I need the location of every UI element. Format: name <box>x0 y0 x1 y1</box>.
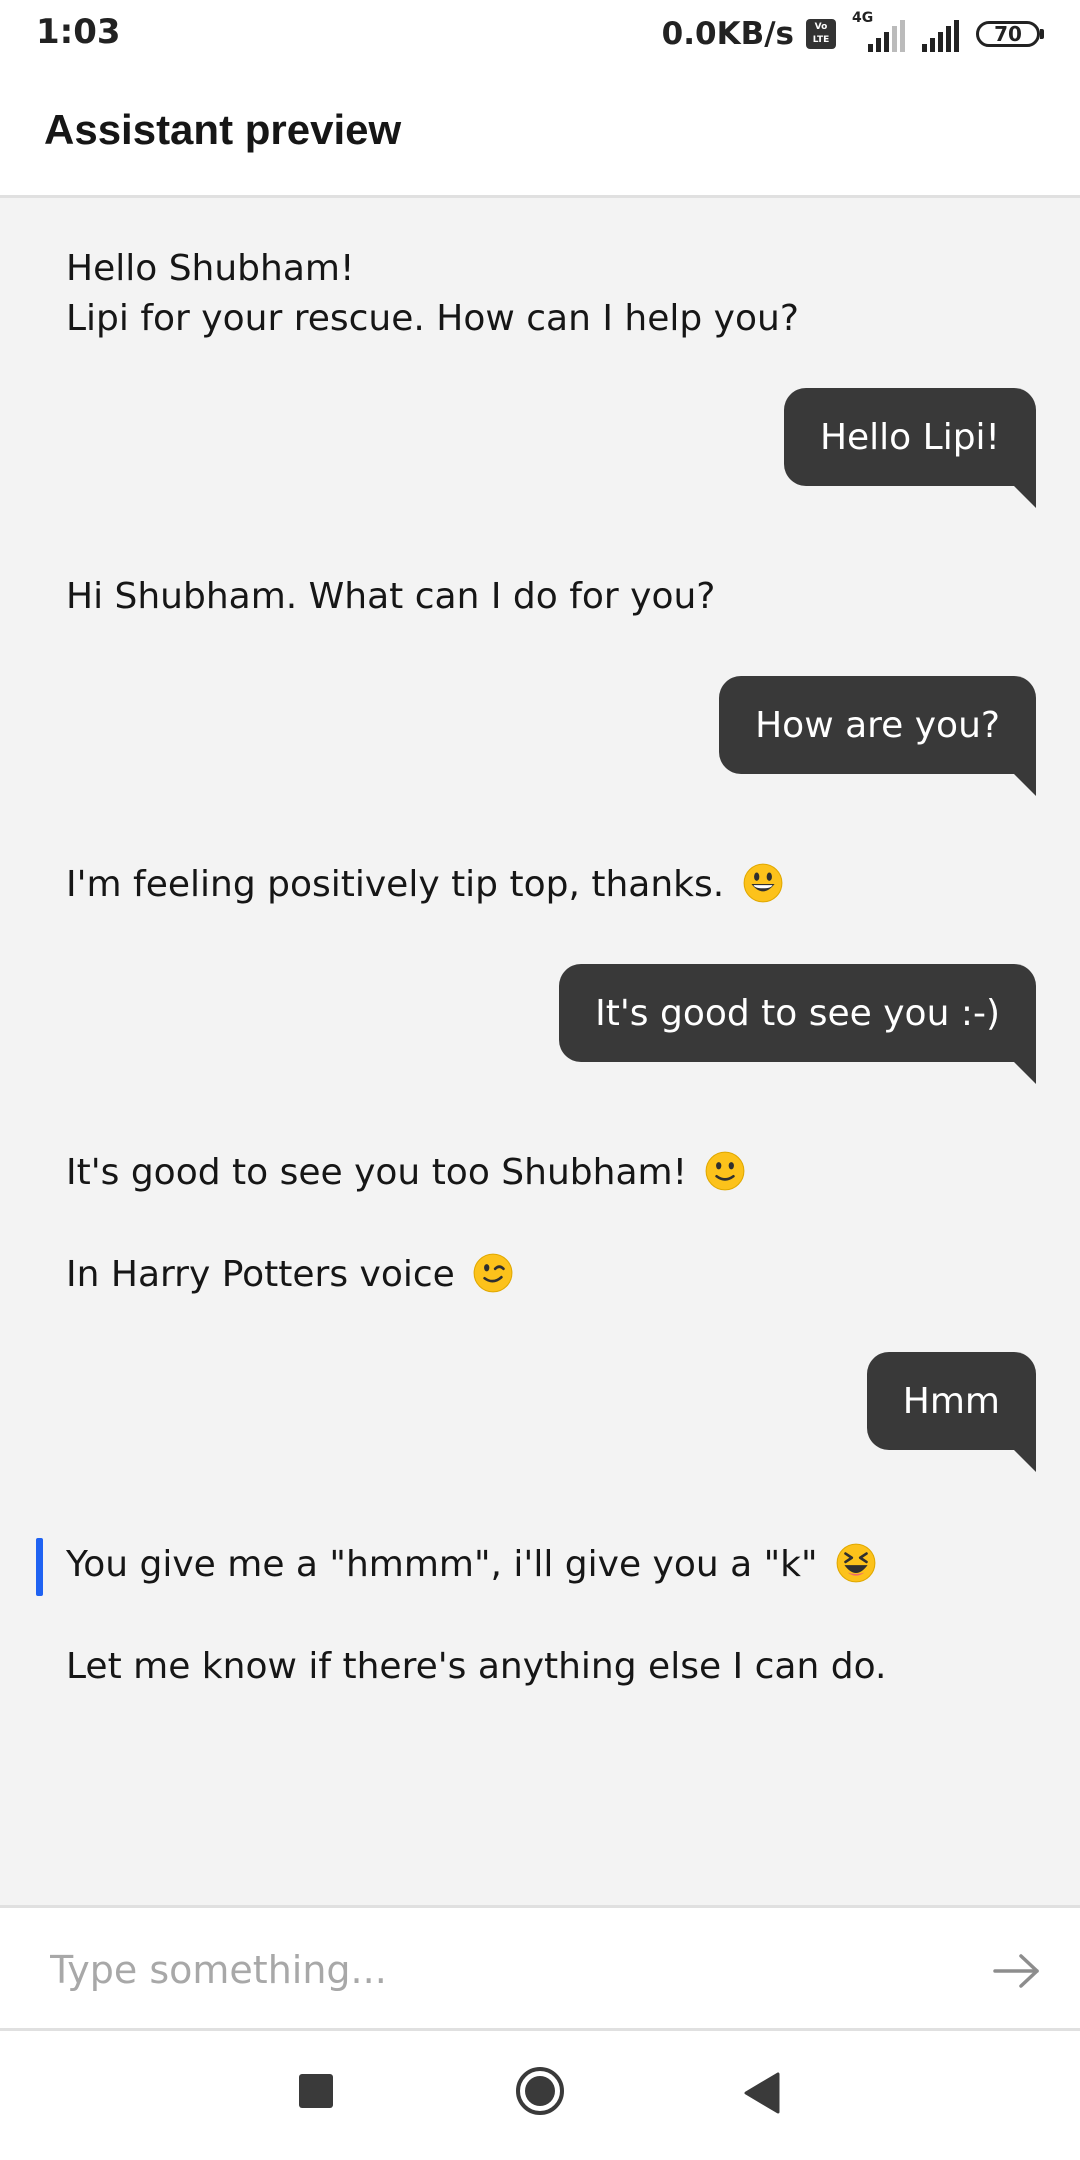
circle-icon <box>516 2067 564 2115</box>
bubble-tail <box>1014 1062 1036 1084</box>
bubble-tail <box>1014 774 1036 796</box>
status-icons: 0.0KB/s Vo LTE 4G 70 <box>662 10 1044 58</box>
send-button[interactable] <box>984 1938 1050 2004</box>
squinting-laughing-face-icon <box>836 1543 876 1583</box>
user-message-text: Hmm <box>902 1380 1000 1422</box>
user-message-text: Hello Lipi! <box>819 416 1000 458</box>
system-navigation-bar <box>0 2031 1080 2160</box>
app-header: Assistant preview <box>0 68 1080 198</box>
triangle-back-icon <box>744 2072 780 2114</box>
back-button[interactable] <box>742 2071 782 2119</box>
arrow-right-icon <box>993 1954 1039 1988</box>
winking-face-icon <box>473 1253 513 1293</box>
battery-indicator: 70 <box>976 21 1044 47</box>
status-time: 1:03 <box>36 12 121 52</box>
status-bar: 1:03 0.0KB/s Vo LTE 4G 70 <box>0 0 1080 68</box>
message-focus-indicator <box>36 1538 43 1596</box>
signal-4g-icon: 4G <box>848 10 908 54</box>
bubble-tail <box>1014 486 1036 508</box>
bot-message: I'm feeling positively tip top, thanks. <box>66 860 784 910</box>
chat-area[interactable]: Hello Shubham! Lipi for your rescue. How… <box>0 198 1080 1905</box>
square-icon <box>299 2074 333 2108</box>
bot-message: In Harry Potters voice <box>66 1250 514 1300</box>
signal-bars-icon <box>868 20 905 52</box>
user-message-bubble[interactable]: It's good to see you :-) <box>559 964 1036 1062</box>
slightly-smiling-face-icon <box>706 1151 745 1191</box>
page-title: Assistant preview <box>44 106 402 153</box>
bot-message: Let me know if there's anything else I c… <box>66 1646 887 1687</box>
user-message-text: How are you? <box>755 704 1000 746</box>
user-message-bubble[interactable]: Hmm <box>866 1352 1036 1450</box>
message-input-bar <box>0 1905 1080 2031</box>
bot-message: Hello Shubham! Lipi for your rescue. How… <box>66 248 799 339</box>
volte-icon: Vo LTE <box>806 19 836 49</box>
user-message-bubble[interactable]: How are you? <box>719 676 1036 774</box>
message-input[interactable] <box>48 1938 932 2002</box>
user-message-bubble[interactable]: Hello Lipi! <box>783 388 1036 486</box>
bot-message: You give me a "hmmm", i'll give you a "k… <box>66 1540 877 1590</box>
home-button[interactable] <box>514 2067 566 2121</box>
bot-message: Hi Shubham. What can I do for you? <box>66 576 716 617</box>
user-message-text: It's good to see you :-) <box>595 992 1000 1034</box>
signal-icon <box>922 20 959 52</box>
recents-button[interactable] <box>296 2071 336 2115</box>
network-speed: 0.0KB/s <box>661 16 794 52</box>
grinning-face-icon <box>743 863 783 903</box>
bot-message: It's good to see you too Shubham! <box>66 1148 746 1198</box>
bubble-tail <box>1014 1450 1036 1472</box>
battery-icon: 70 <box>976 21 1040 47</box>
